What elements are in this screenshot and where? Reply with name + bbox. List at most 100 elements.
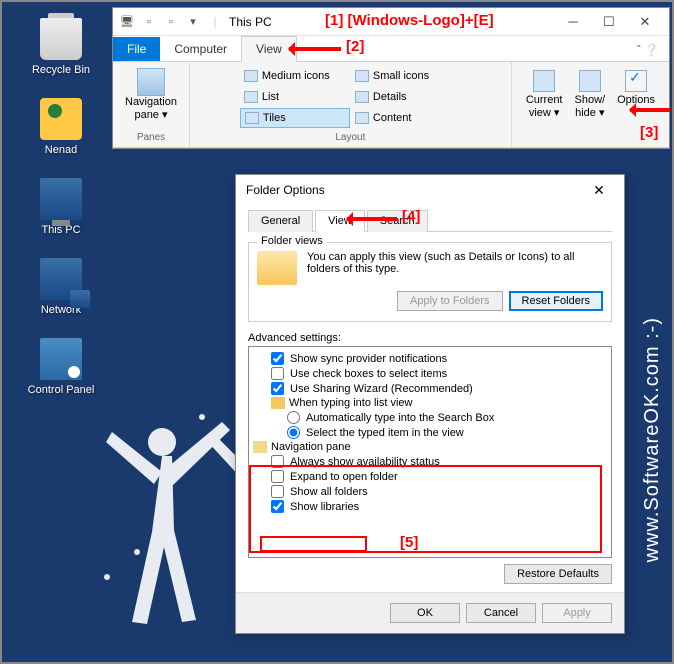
groupbox-title: Folder views	[257, 235, 327, 247]
qat-dropdown-icon[interactable]: ▾	[185, 14, 201, 30]
layout-icon	[355, 91, 369, 103]
apply-button[interactable]: Apply	[542, 603, 612, 623]
show-hide-button[interactable]: Show/ hide ▾	[569, 66, 612, 123]
checkbox[interactable]	[271, 367, 284, 380]
adv-libraries[interactable]: Show libraries	[251, 499, 609, 514]
adv-navpane-group: Navigation pane	[251, 440, 609, 454]
control-panel-icon	[40, 338, 82, 380]
navpane-tree-icon	[253, 441, 267, 453]
desktop-icon-cpanel[interactable]: Control Panel	[26, 338, 96, 396]
layout-icon	[245, 112, 259, 124]
tab-file[interactable]: File	[113, 37, 160, 61]
ok-button[interactable]: OK	[390, 603, 460, 623]
window-title: This PC	[229, 15, 555, 29]
desktop-icon-thispc[interactable]: This PC	[26, 178, 96, 236]
advanced-label: Advanced settings:	[248, 332, 612, 344]
tab-search[interactable]: Search	[367, 210, 428, 232]
advanced-settings-list[interactable]: Show sync provider notifications Use che…	[248, 346, 612, 558]
checkbox[interactable]	[271, 352, 284, 365]
cancel-button[interactable]: Cancel	[466, 603, 536, 623]
adv-selecttyped[interactable]: Select the typed item in the view	[251, 425, 609, 440]
group-label: Panes	[137, 130, 165, 143]
dialog-footer: OK Cancel Apply	[236, 592, 624, 633]
window-controls: ─ ☐ ✕	[555, 8, 663, 36]
arrow-3	[630, 108, 670, 112]
adv-expand[interactable]: Expand to open folder	[251, 469, 609, 484]
watermark: www.SoftwareOK.com :-)	[641, 317, 664, 562]
radio[interactable]	[287, 426, 300, 439]
arrow-2	[289, 47, 341, 51]
dialog-title-text: Folder Options	[246, 183, 325, 197]
layout-icon	[355, 112, 369, 124]
maximize-button[interactable]: ☐	[591, 8, 627, 36]
layout-grid: Medium icons Small icons List Details Ti…	[240, 66, 461, 128]
folder-views-text: You can apply this view (such as Details…	[307, 251, 603, 275]
checkbox[interactable]	[271, 470, 284, 483]
desktop-icon-network[interactable]: Network	[26, 258, 96, 316]
icon-label: Recycle Bin	[26, 64, 96, 76]
dialog-close-button[interactable]: ✕	[584, 175, 614, 205]
pc-icon	[40, 178, 82, 220]
qat-newfolder-icon[interactable]: ▫	[163, 14, 179, 30]
options-icon	[625, 70, 647, 92]
folder-icon	[271, 397, 285, 409]
layout-icon	[244, 70, 258, 82]
adv-autotype[interactable]: Automatically type into the Search Box	[251, 410, 609, 425]
checkbox[interactable]	[271, 455, 284, 468]
layout-small[interactable]: Small icons	[351, 66, 461, 86]
navpane-icon	[137, 68, 165, 96]
navpane-label: Navigation pane ▾	[125, 96, 177, 121]
options-button[interactable]: Options	[611, 66, 661, 123]
radio[interactable]	[287, 411, 300, 424]
navigation-pane-button[interactable]: Navigation pane ▾	[121, 66, 181, 123]
user-folder-icon	[40, 98, 82, 140]
current-view-button[interactable]: Current view ▾	[520, 66, 569, 123]
restore-defaults-button[interactable]: Restore Defaults	[504, 564, 612, 584]
adv-checkboxes[interactable]: Use check boxes to select items	[251, 366, 609, 381]
checkbox[interactable]	[271, 382, 284, 395]
close-button[interactable]: ✕	[627, 8, 663, 36]
folder-views-group: Folder views You can apply this view (su…	[248, 242, 612, 322]
desktop-icon-user[interactable]: Nenad	[26, 98, 96, 156]
desktop-icon-recycle[interactable]: Recycle Bin	[26, 18, 96, 76]
icon-label: Control Panel	[26, 384, 96, 396]
layout-medium[interactable]: Medium icons	[240, 66, 350, 86]
adv-typing-group: When typing into list view	[251, 396, 609, 410]
layout-icon	[355, 70, 369, 82]
adv-availability[interactable]: Always show availability status	[251, 454, 609, 469]
layout-content[interactable]: Content	[351, 108, 461, 128]
qat-properties-icon[interactable]: ▫	[141, 14, 157, 30]
current-view-icon	[533, 70, 555, 92]
show-hide-icon	[579, 70, 601, 92]
quick-access-toolbar: 🖥 ▫ ▫ ▾ |	[119, 14, 223, 30]
ribbon-help-icon[interactable]: ˆ ❔	[627, 39, 669, 61]
folder-views-icon	[257, 251, 297, 285]
ribbon-group-panes: Navigation pane ▾ Panes	[113, 62, 190, 147]
adv-allfolders[interactable]: Show all folders	[251, 484, 609, 499]
ribbon-group-layout: Medium icons Small icons List Details Ti…	[190, 62, 512, 147]
dialog-titlebar[interactable]: Folder Options ✕	[236, 175, 624, 205]
explorer-window: 🖥 ▫ ▫ ▾ | This PC ─ ☐ ✕ File Computer Vi…	[112, 7, 670, 149]
ribbon-group-right: Current view ▾ Show/ hide ▾ Options	[512, 62, 669, 147]
group-label: Layout	[335, 130, 365, 143]
reset-folders-button[interactable]: Reset Folders	[509, 291, 603, 311]
network-icon	[40, 258, 82, 300]
checkbox[interactable]	[271, 485, 284, 498]
tab-computer[interactable]: Computer	[160, 37, 241, 61]
checkbox[interactable]	[271, 500, 284, 513]
icon-label: Nenad	[26, 144, 96, 156]
titlebar[interactable]: 🖥 ▫ ▫ ▾ | This PC ─ ☐ ✕	[113, 8, 669, 36]
apply-to-folders-button[interactable]: Apply to Folders	[397, 291, 502, 311]
tab-general[interactable]: General	[248, 210, 313, 232]
layout-details[interactable]: Details	[351, 87, 461, 107]
adv-sharing[interactable]: Use Sharing Wizard (Recommended)	[251, 381, 609, 396]
ribbon-tabs: File Computer View ˆ ❔	[113, 36, 669, 62]
minimize-button[interactable]: ─	[555, 8, 591, 36]
arrow-4	[347, 217, 397, 221]
folder-options-dialog: Folder Options ✕ General View Search Fol…	[235, 174, 625, 634]
layout-list[interactable]: List	[240, 87, 350, 107]
group-label	[589, 130, 592, 143]
adv-sync[interactable]: Show sync provider notifications	[251, 351, 609, 366]
ribbon-body: Navigation pane ▾ Panes Medium icons Sma…	[113, 62, 669, 148]
layout-tiles[interactable]: Tiles	[240, 108, 350, 128]
